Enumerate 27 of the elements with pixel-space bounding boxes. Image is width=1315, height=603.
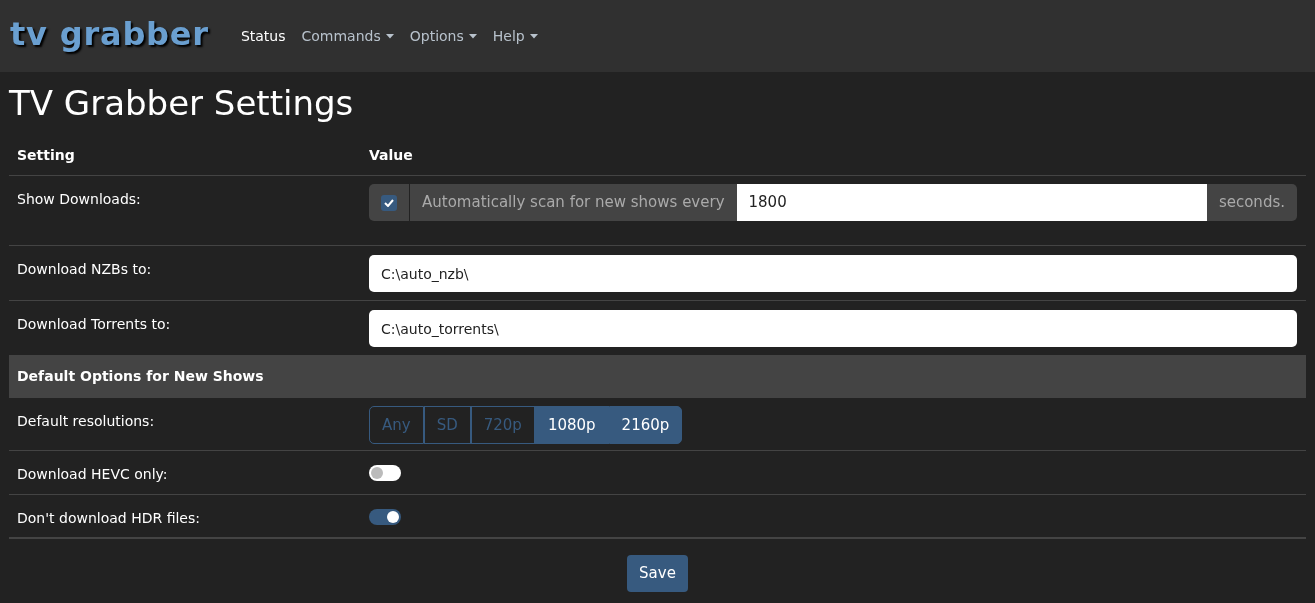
section-title: Default Options for New Shows — [17, 367, 264, 386]
setting-label: Download Torrents to: — [17, 316, 171, 332]
nav-link[interactable]: Status — [232, 25, 294, 47]
setting-label: Download NZBs to: — [17, 261, 152, 277]
nav-link[interactable]: Commands — [293, 25, 402, 47]
logo[interactable]: tv grabber — [10, 18, 209, 54]
input-field[interactable]: C:\auto_torrents\ — [369, 310, 1297, 347]
input-prefix: Automatically scan for new shows every — [410, 184, 737, 221]
toggle-switch[interactable] — [369, 509, 401, 525]
setting-label: Default resolutions: — [17, 413, 155, 429]
input-field[interactable]: 1800 — [736, 184, 1207, 221]
nav-link[interactable]: Options — [401, 25, 485, 47]
column-header: Value — [369, 147, 413, 163]
checkbox[interactable] — [381, 194, 397, 211]
toggle-button[interactable]: 1080p — [534, 406, 609, 444]
column-header: Setting — [17, 147, 75, 163]
page-title: TV Grabber Settings — [9, 86, 354, 120]
nav-link[interactable]: Help — [484, 25, 546, 47]
input-field[interactable]: C:\auto_nzb\ — [369, 255, 1297, 292]
input-suffix: seconds. — [1206, 184, 1297, 221]
checkmark-icon — [384, 198, 394, 207]
setting-label: Show Downloads: — [17, 191, 141, 207]
save-button[interactable]: Save — [627, 555, 688, 592]
toggle-switch[interactable] — [369, 465, 401, 481]
setting-label: Download HEVC only: — [17, 466, 168, 482]
setting-label: Don't download HDR files: — [17, 510, 200, 526]
toggle-button[interactable]: 2160p — [608, 406, 683, 444]
